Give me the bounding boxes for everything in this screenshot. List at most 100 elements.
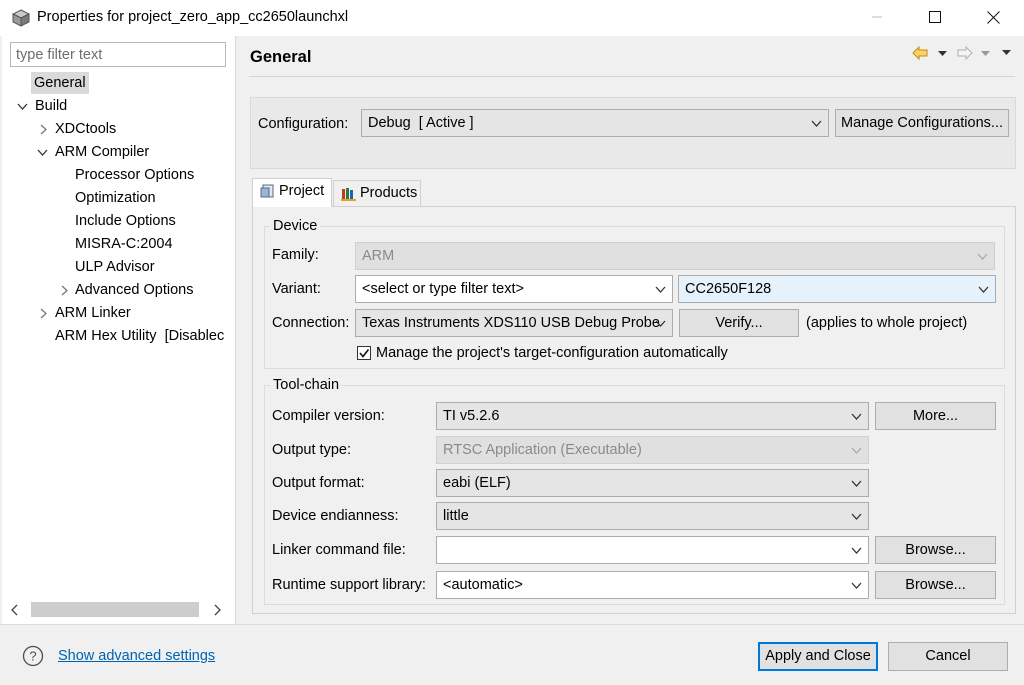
device-endianness-value: little (443, 508, 469, 524)
compiler-version-label: Compiler version: (272, 408, 385, 424)
page-title: General (250, 48, 312, 66)
manage-target-config-label[interactable]: Manage the project's target-configuratio… (376, 345, 728, 361)
output-type-select: RTSC Application (Executable) (436, 436, 869, 464)
tree-item-build[interactable]: Build (35, 95, 67, 117)
minimize-button[interactable] (848, 0, 906, 34)
forward-arrow-icon[interactable] (957, 46, 973, 60)
checkmark-icon (359, 349, 370, 358)
verify-button[interactable]: Verify... (679, 309, 799, 337)
chevron-right-icon[interactable] (37, 302, 49, 324)
manage-configurations-button[interactable]: Manage Configurations... (835, 109, 1009, 137)
tree-item-misra[interactable]: MISRA-C:2004 (75, 233, 173, 255)
linker-command-file-label: Linker command file: (272, 542, 406, 558)
output-type-value: RTSC Application (Executable) (443, 442, 642, 458)
runtime-support-library-label: Runtime support library: (272, 577, 426, 593)
connection-select[interactable]: Texas Instruments XDS110 USB Debug Probe (355, 309, 673, 337)
output-format-value: eabi (ELF) (443, 475, 511, 491)
close-icon (986, 10, 1000, 24)
chevron-down-icon (850, 470, 862, 496)
maximize-button[interactable] (906, 0, 964, 34)
tree-item-optimization[interactable]: Optimization (75, 187, 156, 209)
tree-item-advanced-options[interactable]: Advanced Options (75, 279, 194, 301)
connection-value: Texas Instruments XDS110 USB Debug Probe (362, 315, 660, 331)
horizontal-scrollbar[interactable] (6, 599, 230, 621)
chevron-down-icon[interactable] (36, 141, 48, 163)
browse-linker-button[interactable]: Browse... (875, 536, 996, 564)
variant-select[interactable]: CC2650F128 (678, 275, 996, 303)
applies-note: (applies to whole project) (806, 315, 968, 331)
chevron-down-icon (654, 276, 666, 302)
chevron-down-icon (850, 403, 862, 429)
show-advanced-settings-link[interactable]: Show advanced settings (58, 648, 215, 664)
tree-item-arm-linker[interactable]: ARM Linker (55, 302, 131, 324)
configuration-label: Configuration: (258, 116, 349, 132)
device-endianness-label: Device endianness: (272, 508, 399, 524)
tab-project[interactable]: Project (252, 178, 332, 207)
scroll-left-icon[interactable] (11, 604, 19, 616)
page-navigation (912, 44, 1018, 64)
apply-and-close-button[interactable]: Apply and Close (758, 642, 878, 671)
minimize-icon (872, 16, 882, 18)
variant-value: CC2650F128 (685, 281, 772, 297)
configuration-value: Debug [ Active ] (368, 115, 474, 131)
tree-item-processor-options[interactable]: Processor Options (75, 164, 194, 186)
output-format-label: Output format: (272, 475, 365, 491)
chevron-down-icon (850, 537, 862, 563)
tree-item-general[interactable]: General (31, 72, 89, 94)
project-icon (260, 184, 274, 198)
runtime-support-library-combo[interactable]: <automatic> (436, 571, 869, 599)
variant-filter-combo[interactable]: <select or type filter text> (355, 275, 673, 303)
tab-content-project: Device Family: ARM Variant: <select or t… (252, 206, 1016, 614)
scrollbar-thumb[interactable] (31, 602, 199, 617)
footer-separator (0, 624, 1024, 625)
configuration-group: Configuration: Debug [ Active ] Manage C… (250, 97, 1016, 169)
browse-runtime-button[interactable]: Browse... (875, 571, 996, 599)
chevron-right-icon[interactable] (58, 279, 70, 301)
tab-products-label: Products (360, 185, 418, 201)
tree-item-include-options[interactable]: Include Options (75, 210, 176, 232)
chevron-down-icon (850, 437, 862, 463)
tree-item-xdctools[interactable]: XDCtools (55, 118, 116, 140)
variant-filter-text: <select or type filter text> (362, 281, 524, 297)
chevron-down-icon (850, 572, 862, 598)
chevron-down-icon[interactable] (16, 95, 28, 117)
back-history-dropdown-icon[interactable] (938, 51, 947, 57)
chevron-down-icon (977, 276, 989, 302)
output-type-label: Output type: (272, 442, 351, 458)
chevron-down-icon (810, 110, 822, 136)
forward-history-dropdown-icon[interactable] (981, 51, 990, 57)
tree-item-ulp-advisor[interactable]: ULP Advisor (75, 256, 155, 278)
compiler-version-select[interactable]: TI v5.2.6 (436, 402, 869, 430)
view-menu-icon[interactable] (1002, 50, 1011, 56)
svg-text:?: ? (29, 649, 36, 664)
cube-icon (12, 9, 30, 27)
connection-label: Connection: (272, 315, 350, 331)
compiler-version-value: TI v5.2.6 (443, 408, 500, 424)
output-format-select[interactable]: eabi (ELF) (436, 469, 869, 497)
back-arrow-icon[interactable] (912, 46, 928, 60)
chevron-right-icon[interactable] (37, 118, 49, 140)
scroll-right-icon[interactable] (213, 604, 221, 616)
tree-item-arm-hex-utility[interactable]: ARM Hex Utility [Disablec (55, 325, 227, 347)
close-button[interactable] (964, 0, 1022, 34)
family-value: ARM (362, 248, 395, 264)
cancel-button[interactable]: Cancel (888, 642, 1008, 671)
title-bar: Properties for project_zero_app_cc2650la… (0, 0, 1024, 36)
tab-products[interactable]: Products (333, 180, 421, 207)
chevron-down-icon (850, 503, 862, 529)
device-endianness-select[interactable]: little (436, 502, 869, 530)
manage-target-config-checkbox[interactable] (357, 346, 371, 360)
configuration-select[interactable]: Debug [ Active ] (361, 109, 829, 137)
tree-filter-input[interactable] (10, 42, 226, 67)
family-select: ARM (355, 242, 995, 270)
toolchain-group-title: Tool-chain (270, 377, 343, 393)
tree-item-arm-compiler[interactable]: ARM Compiler (55, 141, 149, 163)
header-separator (249, 76, 1015, 77)
maximize-icon (929, 11, 941, 23)
chevron-down-icon (654, 310, 666, 336)
device-group-title: Device (270, 218, 321, 234)
more-button[interactable]: More... (875, 402, 996, 430)
help-icon[interactable]: ? (22, 645, 44, 667)
runtime-support-library-value: <automatic> (443, 577, 523, 593)
linker-command-file-combo[interactable] (436, 536, 869, 564)
